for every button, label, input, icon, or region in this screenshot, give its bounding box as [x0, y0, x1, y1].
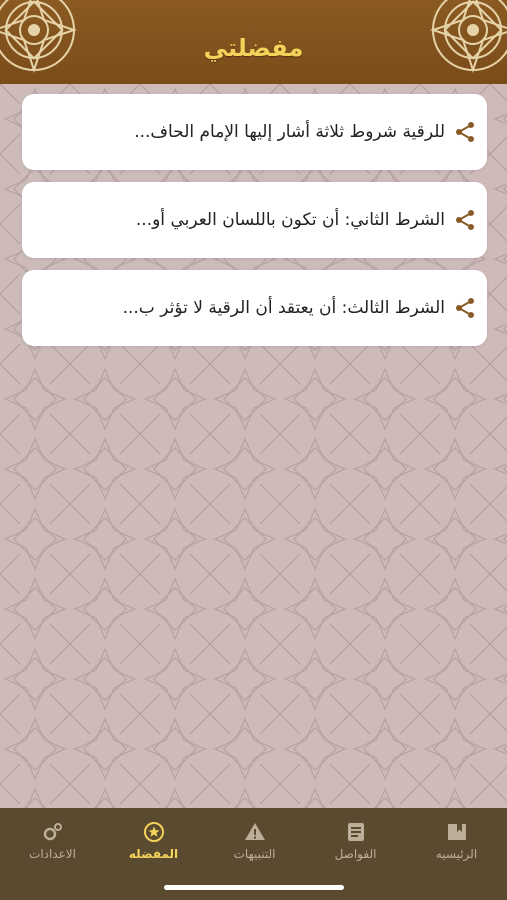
- app-header: مفضلتي: [0, 0, 507, 84]
- tab-label: الفواصل: [334, 847, 377, 861]
- star-circle-icon: [143, 822, 164, 842]
- share-icon[interactable]: [453, 296, 477, 320]
- tab-home[interactable]: الرئيسيه: [406, 820, 507, 861]
- tab-label: المفضله: [128, 847, 179, 861]
- book-icon: [447, 824, 466, 840]
- favorite-text: الشرط الثاني: أن تكون باللسان العربي أو.…: [135, 210, 445, 230]
- bookmark-note-icon: [347, 823, 364, 841]
- favorite-item[interactable]: الشرط الثاني: أن تكون باللسان العربي أو.…: [22, 182, 487, 258]
- favorite-text: للرقية شروط ثلاثة أشار إليها الإمام الحا…: [134, 122, 445, 142]
- tab-label: الاعدادات: [29, 847, 76, 861]
- favorites-list: للرقية شروط ثلاثة أشار إليها الإمام الحا…: [22, 94, 487, 358]
- tab-favorites[interactable]: المفضله: [103, 820, 204, 861]
- page-title: مفضلتي: [203, 34, 304, 62]
- share-icon[interactable]: [453, 120, 477, 144]
- tab-label: التنبيهات: [233, 847, 276, 861]
- favorite-text: الشرط الثالث: أن يعتقد أن الرقية لا تؤثر…: [122, 298, 445, 318]
- settings-icon: [43, 823, 62, 841]
- favorite-item[interactable]: للرقية شروط ثلاثة أشار إليها الإمام الحا…: [22, 94, 487, 170]
- tab-bookmarks[interactable]: الفواصل: [305, 820, 406, 861]
- tab-alerts[interactable]: التنبيهات: [204, 820, 305, 861]
- tab-settings[interactable]: الاعدادات: [2, 820, 103, 861]
- tab-label: الرئيسيه: [435, 847, 478, 861]
- favorite-item[interactable]: الشرط الثالث: أن يعتقد أن الرقية لا تؤثر…: [22, 270, 487, 346]
- share-icon[interactable]: [453, 208, 477, 232]
- home-indicator: [164, 885, 344, 890]
- warning-icon: [244, 823, 265, 840]
